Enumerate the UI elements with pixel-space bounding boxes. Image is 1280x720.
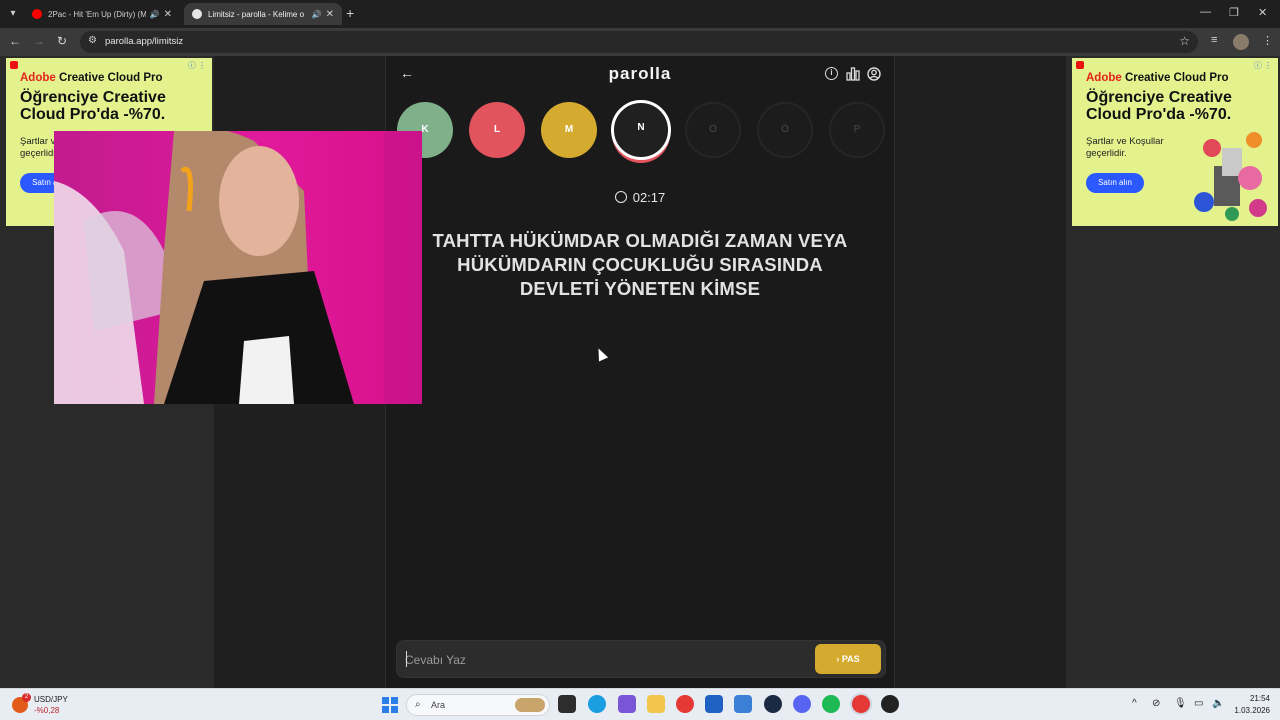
ad-info-icon[interactable]: ⓘ ⋮ [188, 60, 206, 71]
question-text: TAHTTA HÜKÜMDAR OLMADIĞI ZAMAN VEYA HÜKÜ… [432, 230, 848, 299]
menu-icon[interactable]: ⋮ [1262, 34, 1273, 47]
clock-icon [614, 191, 627, 203]
notification-badge: 2 [22, 693, 31, 702]
site-info-icon[interactable]: ⚙ [88, 35, 97, 46]
close-window-icon[interactable]: ✕ [1258, 6, 1267, 19]
volume-icon[interactable]: 🔈 [1212, 698, 1224, 709]
media-control-icon[interactable]: ≡ [1211, 34, 1217, 46]
answer-input[interactable] [405, 649, 805, 671]
right-ad[interactable]: ⓘ ⋮ Adobe Creative Cloud Pro Öğrenciye C… [1072, 58, 1278, 226]
bookmark-star-icon[interactable]: ☆ [1179, 34, 1190, 48]
ad-headline: Öğrenciye Creative Cloud Pro'da -%70. [20, 89, 166, 123]
audio-icon[interactable]: 🔊 [312, 10, 322, 19]
game-panel: ← parolla i K L M N O Ö P 02:17 TAHTTA H… [385, 56, 895, 688]
windows-start-icon[interactable] [382, 697, 398, 713]
right-sidebar: ⓘ ⋮ Adobe Creative Cloud Pro Öğrenciye C… [1066, 56, 1280, 688]
ad-brand: Adobe Creative Cloud Pro [20, 72, 163, 84]
ad-artwork [1194, 132, 1267, 221]
chrome-active-icon[interactable] [852, 695, 870, 713]
display-icon[interactable]: ▭ [1194, 698, 1203, 709]
pass-label: PAS [841, 654, 860, 664]
clock-date[interactable]: 1.03.2026 [1232, 706, 1270, 715]
restore-icon[interactable]: ❐ [1229, 6, 1239, 19]
obs-icon[interactable] [881, 695, 899, 713]
adobe-logo-icon [1076, 61, 1084, 69]
app-icon[interactable] [618, 695, 636, 713]
profile-icon[interactable] [867, 67, 881, 81]
letter-track: K L M N O Ö P [386, 100, 894, 164]
avatar[interactable] [1233, 34, 1249, 50]
ad-info-icon[interactable]: ⓘ ⋮ [1254, 60, 1272, 71]
back-icon[interactable]: ← [9, 34, 21, 48]
letter-m: M [541, 102, 597, 158]
webcam-overlay [54, 131, 422, 404]
game-header: ← parolla i [386, 56, 894, 92]
ad-cta-button[interactable]: Satın alın [1086, 173, 1144, 193]
timer: 02:17 [386, 190, 894, 205]
letter-n-current: N [611, 100, 671, 160]
discord-icon[interactable] [793, 695, 811, 713]
url-text[interactable]: parolla.app/limitsiz [105, 36, 183, 47]
forward-icon[interactable]: → [33, 34, 45, 48]
letter-o: O [685, 102, 741, 158]
spotify-icon[interactable] [822, 695, 840, 713]
tab-label: Limitsiz - parolla - Kelime o [208, 9, 305, 19]
pass-button[interactable]: › PAS [815, 644, 881, 674]
search-icon: ⌕ [415, 699, 421, 710]
tray-overflow-icon[interactable]: ^ [1132, 698, 1137, 709]
answer-bar: › PAS [396, 640, 886, 678]
letter-p: P [829, 102, 885, 158]
omnibox[interactable]: ⚙ parolla.app/limitsiz ☆ [80, 31, 1198, 53]
stats-icon[interactable] [846, 67, 860, 81]
ad-terms: Şartlar ve Koşullar geçerlidir. [1086, 136, 1164, 159]
taskbar-search[interactable]: ⌕ Ara [406, 694, 550, 716]
audio-icon[interactable]: 🔊 [150, 10, 160, 19]
webcam-image [54, 131, 422, 404]
letter-l: L [469, 102, 525, 158]
ticker-name[interactable]: USD/JPY [34, 695, 68, 704]
task-view-icon[interactable] [558, 695, 576, 713]
close-tab-icon[interactable]: ✕ [326, 9, 334, 20]
text-caret [406, 651, 407, 667]
adobe-logo-icon [10, 61, 18, 69]
store-icon[interactable] [705, 695, 723, 713]
network-icon[interactable]: ⊘ [1152, 698, 1160, 709]
app-logo: parolla [608, 64, 672, 83]
edge-icon[interactable] [588, 695, 606, 713]
letter-o-umlaut: Ö [757, 102, 813, 158]
ticker-value[interactable]: -%0,28 [34, 706, 59, 715]
close-tab-icon[interactable]: ✕ [164, 9, 172, 20]
ad-brand: Adobe Creative Cloud Pro [1086, 72, 1229, 84]
outlook-icon[interactable] [734, 695, 752, 713]
clock-time[interactable]: 21:54 [1248, 694, 1270, 703]
taskbar: 2 USD/JPY -%0,28 ⌕ Ara ^ ⊘ 🎙 ▭ 🔈 21:54 1… [0, 688, 1280, 720]
tab-label: 2Pac - Hit 'Em Up (Dirty) (M [48, 9, 146, 19]
address-bar-row: ← → ↻ ⚙ parolla.app/limitsiz ☆ ≡ ⋮ [0, 28, 1280, 56]
file-explorer-icon[interactable] [647, 695, 665, 713]
tab-bar: ▾ 2Pac - Hit 'Em Up (Dirty) (M 🔊 ✕ Limit… [0, 0, 1280, 28]
parolla-favicon-icon [192, 9, 202, 19]
tab-youtube[interactable]: 2Pac - Hit 'Em Up (Dirty) (M 🔊 ✕ [24, 3, 180, 25]
steam-icon[interactable] [764, 695, 782, 713]
timer-value: 02:17 [632, 190, 666, 205]
reload-icon[interactable]: ↻ [57, 34, 67, 48]
tab-search-button[interactable]: ▾ [4, 5, 22, 23]
youtube-icon [32, 9, 42, 19]
microphone-icon[interactable]: 🎙 [1174, 698, 1187, 709]
minimize-icon[interactable]: — [1200, 6, 1211, 18]
search-placeholder: Ara [431, 700, 446, 710]
new-tab-button[interactable]: + [346, 5, 354, 21]
chrome-icon[interactable] [676, 695, 694, 713]
info-icon[interactable]: i [825, 67, 838, 80]
tab-parolla[interactable]: Limitsiz - parolla - Kelime o 🔊 ✕ [184, 3, 342, 25]
search-highlight-image [515, 698, 545, 712]
chevron-right-icon: › [836, 654, 840, 664]
